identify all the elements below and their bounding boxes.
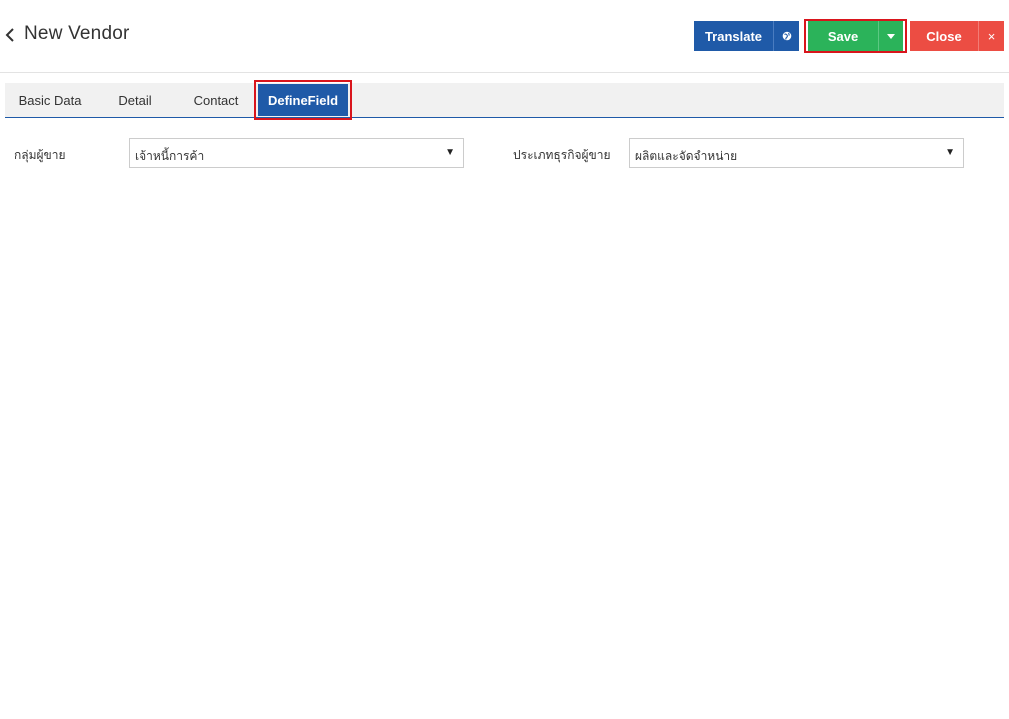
- translate-globe-button[interactable]: [773, 21, 799, 51]
- globe-icon: [782, 31, 791, 41]
- vendor-group-select[interactable]: เจ้าหนี้การค้า ▼: [129, 138, 464, 168]
- page-header: New Vendor Translate Save Close ×: [0, 0, 1009, 72]
- tab-bar-underline: [5, 117, 1004, 118]
- caret-down-icon: [887, 33, 895, 39]
- tab-contact[interactable]: Contact: [188, 83, 244, 117]
- translate-button[interactable]: Translate: [694, 21, 773, 51]
- chevron-left-icon[interactable]: [2, 24, 18, 46]
- business-type-value: ผลิตและจัดจำหน่าย: [635, 149, 738, 163]
- close-icon: ×: [987, 28, 996, 44]
- page-title: New Vendor: [24, 23, 130, 44]
- tab-definefield[interactable]: DefineField: [258, 84, 348, 116]
- tab-basic-data[interactable]: Basic Data: [14, 83, 86, 117]
- dropdown-arrow-icon: ▼: [445, 147, 455, 158]
- new-vendor-page: New Vendor Translate Save Close × Basic …: [0, 0, 1009, 719]
- close-x-button[interactable]: ×: [978, 21, 1004, 51]
- vendor-group-label: กลุ่มผู้ขาย: [14, 148, 66, 162]
- vendor-group-value: เจ้าหนี้การค้า: [135, 149, 205, 163]
- tab-detail[interactable]: Detail: [112, 83, 158, 117]
- business-type-select[interactable]: ผลิตและจัดจำหน่าย ▼: [629, 138, 964, 168]
- header-divider: [0, 72, 1009, 73]
- business-type-label: ประเภทธุรกิจผู้ขาย: [513, 148, 611, 162]
- save-dropdown-button[interactable]: [878, 21, 903, 51]
- save-button[interactable]: Save: [808, 21, 878, 51]
- dropdown-arrow-icon: ▼: [945, 147, 955, 158]
- close-button[interactable]: Close: [910, 21, 978, 51]
